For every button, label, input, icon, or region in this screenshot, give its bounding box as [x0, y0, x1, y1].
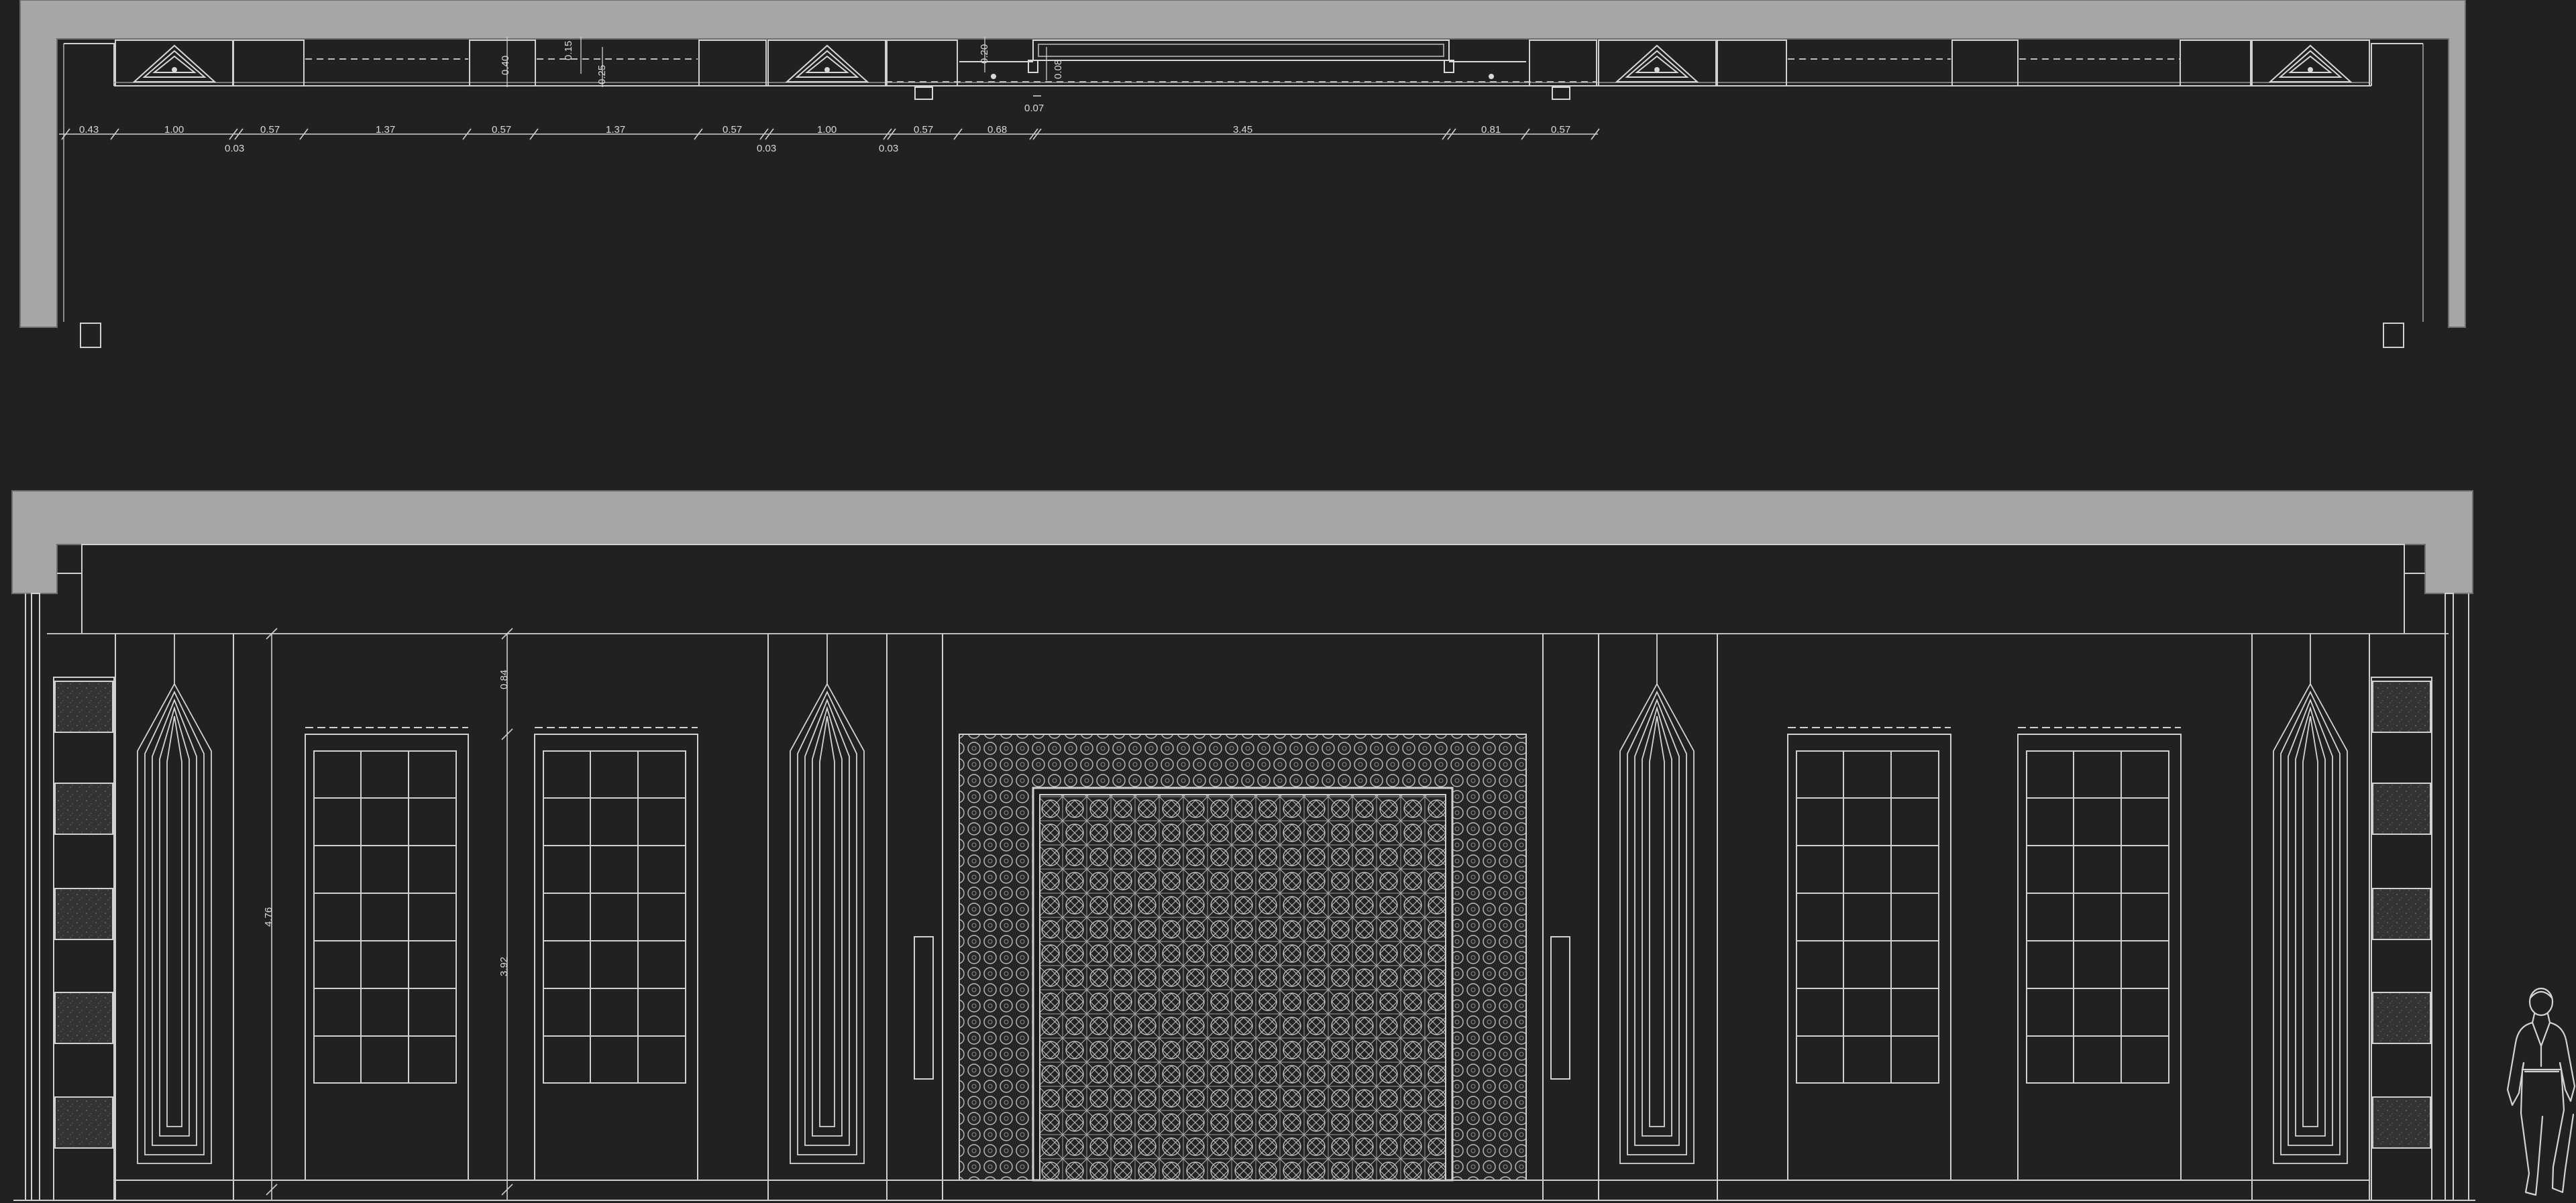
elevation-dimension-lines — [266, 628, 513, 1200]
pendant-lamp-1 — [137, 634, 212, 1164]
elevation-dim-0: 0.84 — [498, 670, 510, 689]
plan-dim-text-2: 0.57 — [260, 124, 280, 135]
plan-wall-return — [64, 43, 115, 86]
pendant-lamp-4 — [2273, 634, 2348, 1164]
elevation-dim-2: 3.92 — [498, 957, 510, 976]
stone-panel-right — [2371, 677, 2432, 1201]
plan-dim-vert-2: 0.25 — [596, 65, 608, 84]
plan-dim-text-small-1: 0.03 — [757, 143, 776, 154]
plan-dim-text-small-2: 0.03 — [879, 143, 898, 154]
elevation-right-pole — [2445, 593, 2454, 1201]
plan-dim-text-10: 3.45 — [1233, 124, 1252, 135]
door-1 — [305, 727, 469, 1181]
plan-dim-text-12: 0.57 — [1551, 124, 1570, 135]
elevation-ceiling-slab — [11, 490, 2473, 594]
plan-dim-text-4: 0.57 — [492, 124, 511, 135]
plan-dim-text-3: 1.37 — [376, 124, 395, 135]
stone-panel-left — [53, 677, 115, 1201]
plan-wall-outline — [19, 0, 2466, 328]
pendant-lamp-2 — [790, 634, 865, 1164]
plan-dim-vert-4: 0.08 — [1053, 60, 1064, 79]
plan-dim-text-8: 0.57 — [914, 124, 933, 135]
plan-pier-group — [115, 40, 2370, 87]
plan-dim-text-small-0: 0.03 — [225, 143, 244, 154]
decorative-lattice-screen — [959, 734, 1527, 1182]
door-2 — [534, 727, 698, 1181]
plan-view: 0.43 1.00 0.57 1.37 0.57 1.37 0.57 1.00 … — [19, 0, 2466, 348]
plan-dim-text-0: 0.43 — [79, 124, 99, 135]
human-scale-figure — [2506, 987, 2576, 1196]
elevation-view: 0.84 4.76 3.92 — [11, 490, 2576, 1201]
pendant-lamp-3 — [1619, 634, 1695, 1164]
plan-panel-dashes — [305, 58, 2180, 82]
plan-dim-text-1: 1.00 — [164, 124, 184, 135]
plan-dim-text-small-3: 0.07 — [1024, 103, 1044, 114]
elevation-dim-1: 4.76 — [263, 907, 274, 927]
plan-dim-text-5: 1.37 — [606, 124, 625, 135]
elevation-left-pole — [31, 593, 40, 1201]
plan-column-right — [2383, 323, 2404, 348]
plan-column-left — [80, 323, 101, 348]
plan-dim-vert-3: 0.20 — [979, 44, 990, 64]
plan-dim-text-6: 0.57 — [722, 124, 742, 135]
door-3 — [1787, 727, 1951, 1181]
plan-dim-vert-0: 0.40 — [500, 56, 511, 75]
plan-dim-text-11: 0.81 — [1481, 124, 1501, 135]
door-gap-4 — [1950, 734, 2019, 1180]
plan-dim-text-7: 1.00 — [817, 124, 837, 135]
plan-wall-return — [2371, 43, 2423, 86]
door-4 — [2017, 727, 2182, 1181]
plan-dim-text-9: 0.68 — [987, 124, 1007, 135]
plan-wall-line-group — [114, 82, 2371, 87]
plan-dim-vert-1: 0.15 — [563, 41, 574, 60]
plan-screen-opening — [914, 40, 1570, 100]
